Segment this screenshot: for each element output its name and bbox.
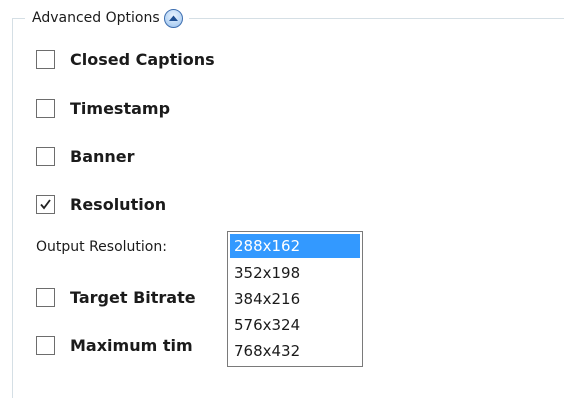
banner-option[interactable]: Banner [36,144,135,168]
output-resolution-label: Output Resolution: [36,239,167,255]
maximum-time-label: Maximum tim [70,335,193,355]
maximum-time-checkbox[interactable] [36,335,55,355]
chevron-up-icon [168,15,178,21]
target-bitrate-checkbox[interactable] [36,287,55,307]
target-bitrate-label: Target Bitrate [70,287,196,307]
resolution-option-item[interactable]: 352x198 [230,260,360,286]
banner-label: Banner [70,146,135,166]
closed-captions-label: Closed Captions [70,49,215,69]
resolution-option-item[interactable]: 768x432 [230,338,360,364]
banner-checkbox[interactable] [36,146,55,166]
checkmark-icon [40,198,51,209]
resolution-option[interactable]: Resolution [36,192,166,216]
advanced-options-header: Advanced Options [25,6,189,30]
resolution-option-item[interactable]: 576x324 [230,312,360,338]
collapse-button[interactable] [163,8,183,28]
resolution-checkbox[interactable] [36,194,55,214]
target-bitrate-option[interactable]: Target Bitrate [36,285,196,309]
advanced-options-title: Advanced Options [32,10,160,26]
timestamp-option[interactable]: Timestamp [36,96,170,120]
timestamp-checkbox[interactable] [36,98,55,118]
resolution-label: Resolution [70,194,167,214]
resolution-option-item[interactable]: 384x216 [230,286,360,312]
maximum-time-option[interactable]: Maximum tim [36,333,193,357]
resolution-option-item[interactable]: 288x162 [230,234,360,258]
output-resolution-dropdown[interactable]: 288x162 352x198 384x216 576x324 768x432 [227,231,363,367]
closed-captions-option[interactable]: Closed Captions [36,47,215,71]
closed-captions-checkbox[interactable] [36,49,55,69]
timestamp-label: Timestamp [70,98,171,118]
